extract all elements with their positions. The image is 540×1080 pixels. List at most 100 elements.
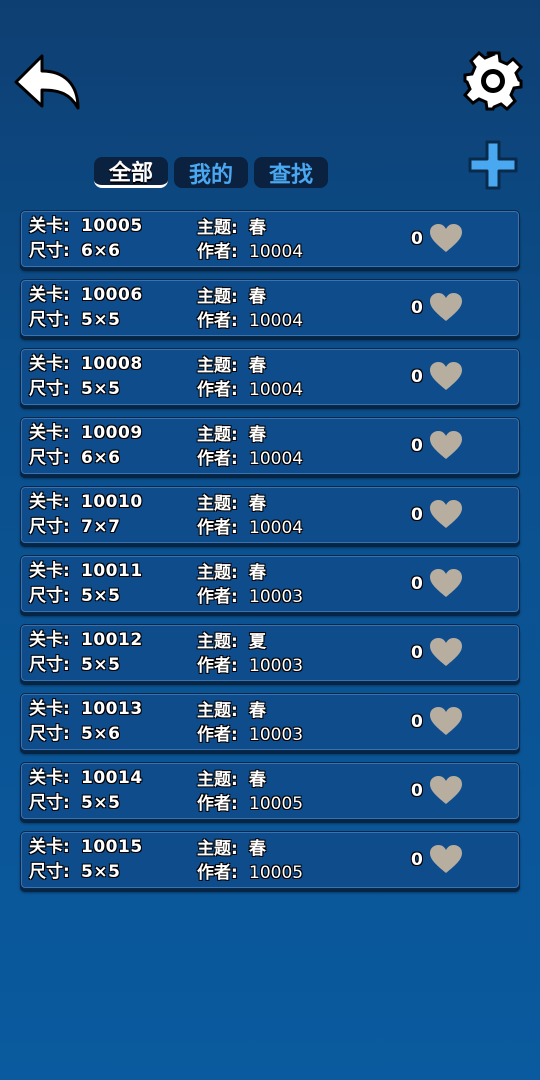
- size-label: 尺寸:: [29, 862, 70, 882]
- back-button[interactable]: [12, 52, 82, 114]
- level-author: 10004: [249, 311, 304, 331]
- level-card[interactable]: 关卡: 10013 尺寸: 5×6 主题: 春 作者: 10003 0: [20, 693, 520, 751]
- theme-label: 主题:: [197, 287, 238, 307]
- heart-icon[interactable]: [429, 706, 463, 736]
- theme-label: 主题:: [197, 356, 238, 376]
- heart-icon[interactable]: [429, 223, 463, 253]
- level-label: 关卡:: [29, 285, 70, 305]
- level-size: 5×5: [81, 586, 121, 606]
- level-card[interactable]: 关卡: 10012 尺寸: 5×5 主题: 夏 作者: 10003 0: [20, 624, 520, 682]
- level-card[interactable]: 关卡: 10006 尺寸: 5×5 主题: 春 作者: 10004 0: [20, 279, 520, 337]
- back-arrow-icon: [14, 54, 80, 110]
- filter-tabs: 全部 我的 查找: [94, 157, 328, 188]
- like-count: 0: [411, 574, 423, 594]
- level-label: 关卡:: [29, 561, 70, 581]
- level-size: 7×7: [81, 517, 121, 537]
- heart-icon[interactable]: [429, 844, 463, 874]
- heart-icon[interactable]: [429, 775, 463, 805]
- author-label: 作者:: [197, 587, 238, 607]
- theme-label: 主题:: [197, 425, 238, 445]
- size-label: 尺寸:: [29, 655, 70, 675]
- level-size: 6×6: [81, 448, 121, 468]
- tab-search[interactable]: 查找: [254, 157, 328, 188]
- level-author: 10005: [249, 863, 304, 883]
- level-id: 10005: [81, 216, 143, 236]
- level-card[interactable]: 关卡: 10009 尺寸: 6×6 主题: 春 作者: 10004 0: [20, 417, 520, 475]
- level-label: 关卡:: [29, 768, 70, 788]
- size-label: 尺寸:: [29, 310, 70, 330]
- size-label: 尺寸:: [29, 517, 70, 537]
- level-size: 5×5: [81, 379, 121, 399]
- size-label: 尺寸:: [29, 379, 70, 399]
- author-label: 作者:: [197, 311, 238, 331]
- level-size: 5×5: [81, 793, 121, 813]
- level-id: 10010: [81, 492, 143, 512]
- theme-label: 主题:: [197, 632, 238, 652]
- theme-label: 主题:: [197, 563, 238, 583]
- heart-icon[interactable]: [429, 637, 463, 667]
- theme-label: 主题:: [197, 770, 238, 790]
- level-label: 关卡:: [29, 354, 70, 374]
- level-label: 关卡:: [29, 699, 70, 719]
- level-id: 10011: [81, 561, 143, 581]
- author-label: 作者:: [197, 518, 238, 538]
- level-label: 关卡:: [29, 216, 70, 236]
- level-id: 10012: [81, 630, 143, 650]
- like-count: 0: [411, 850, 423, 870]
- heart-icon[interactable]: [429, 568, 463, 598]
- level-id: 10013: [81, 699, 143, 719]
- level-theme: 春: [249, 287, 266, 307]
- level-id: 10014: [81, 768, 143, 788]
- level-label: 关卡:: [29, 837, 70, 857]
- level-size: 5×6: [81, 724, 121, 744]
- theme-label: 主题:: [197, 218, 238, 238]
- level-list: 关卡: 10005 尺寸: 6×6 主题: 春 作者: 10004 0 关卡: …: [20, 210, 520, 900]
- tab-all[interactable]: 全部: [94, 157, 168, 188]
- level-size: 5×5: [81, 862, 121, 882]
- level-author: 10004: [249, 518, 304, 538]
- add-level-button[interactable]: [468, 140, 518, 190]
- like-count: 0: [411, 367, 423, 387]
- size-label: 尺寸:: [29, 724, 70, 744]
- level-id: 10008: [81, 354, 143, 374]
- heart-icon[interactable]: [429, 499, 463, 529]
- level-theme: 夏: [249, 632, 266, 652]
- gear-icon: [462, 50, 524, 112]
- like-count: 0: [411, 505, 423, 525]
- like-count: 0: [411, 298, 423, 318]
- level-size: 5×5: [81, 310, 121, 330]
- level-theme: 春: [249, 701, 266, 721]
- author-label: 作者:: [197, 725, 238, 745]
- level-author: 10003: [249, 656, 304, 676]
- level-theme: 春: [249, 839, 266, 859]
- level-card[interactable]: 关卡: 10010 尺寸: 7×7 主题: 春 作者: 10004 0: [20, 486, 520, 544]
- heart-icon[interactable]: [429, 361, 463, 391]
- level-card[interactable]: 关卡: 10011 尺寸: 5×5 主题: 春 作者: 10003 0: [20, 555, 520, 613]
- like-count: 0: [411, 436, 423, 456]
- like-count: 0: [411, 781, 423, 801]
- level-card[interactable]: 关卡: 10015 尺寸: 5×5 主题: 春 作者: 10005 0: [20, 831, 520, 889]
- level-card[interactable]: 关卡: 10005 尺寸: 6×6 主题: 春 作者: 10004 0: [20, 210, 520, 268]
- tab-mine[interactable]: 我的: [174, 157, 248, 188]
- level-author: 10004: [249, 242, 304, 262]
- level-theme: 春: [249, 218, 266, 238]
- level-card[interactable]: 关卡: 10008 尺寸: 5×5 主题: 春 作者: 10004 0: [20, 348, 520, 406]
- author-label: 作者:: [197, 863, 238, 883]
- author-label: 作者:: [197, 449, 238, 469]
- author-label: 作者:: [197, 242, 238, 262]
- like-count: 0: [411, 712, 423, 732]
- heart-icon[interactable]: [429, 430, 463, 460]
- level-id: 10009: [81, 423, 143, 443]
- level-theme: 春: [249, 494, 266, 514]
- level-author: 10004: [249, 380, 304, 400]
- size-label: 尺寸:: [29, 448, 70, 468]
- size-label: 尺寸:: [29, 241, 70, 261]
- heart-icon[interactable]: [429, 292, 463, 322]
- level-theme: 春: [249, 770, 266, 790]
- level-id: 10015: [81, 837, 143, 857]
- level-card[interactable]: 关卡: 10014 尺寸: 5×5 主题: 春 作者: 10005 0: [20, 762, 520, 820]
- author-label: 作者:: [197, 794, 238, 814]
- like-count: 0: [411, 643, 423, 663]
- plus-icon: [468, 140, 518, 190]
- settings-button[interactable]: [462, 50, 524, 112]
